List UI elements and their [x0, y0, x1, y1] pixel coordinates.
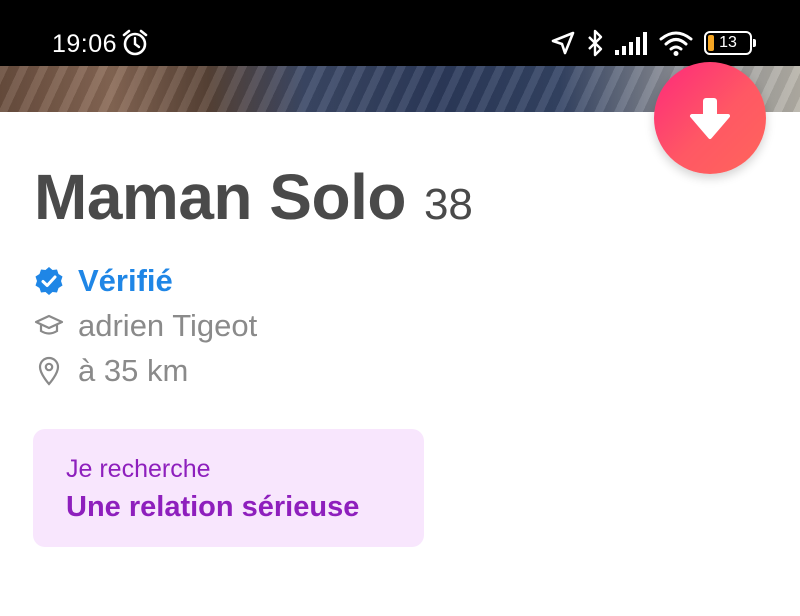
looking-for-card: Je recherche Une relation sérieuse	[33, 429, 424, 547]
collapse-profile-button[interactable]	[654, 62, 766, 174]
distance-text: à 35 km	[78, 353, 189, 388]
location-pin-icon	[34, 356, 64, 386]
profile-age: 38	[423, 180, 473, 229]
battery-icon: 13	[704, 31, 756, 55]
school-text: adrien Tigeot	[78, 308, 258, 343]
status-time: 19:06	[52, 30, 118, 58]
name-row: Maman Solo 38	[34, 160, 473, 234]
graduation-cap-icon	[34, 311, 64, 341]
verified-label: Vérifié	[78, 263, 173, 298]
battery-level: 13	[719, 34, 737, 51]
bluetooth-icon	[588, 29, 603, 57]
status-bar: 19:06 13	[0, 0, 800, 66]
verified-row[interactable]: Vérifié	[34, 263, 173, 299]
looking-for-value: Une relation sérieuse	[66, 491, 360, 523]
location-arrow-icon	[551, 31, 575, 55]
status-icons: 13	[550, 28, 756, 58]
cellular-signal-icon	[615, 32, 647, 55]
wifi-icon	[659, 31, 693, 56]
school-row: adrien Tigeot	[34, 308, 257, 344]
verified-badge-icon	[34, 266, 64, 296]
distance-row: à 35 km	[34, 353, 188, 389]
arrow-down-icon	[690, 98, 730, 139]
looking-for-label: Je recherche	[66, 455, 211, 483]
alarm-icon	[122, 29, 148, 56]
profile-name: Maman Solo	[34, 161, 406, 233]
